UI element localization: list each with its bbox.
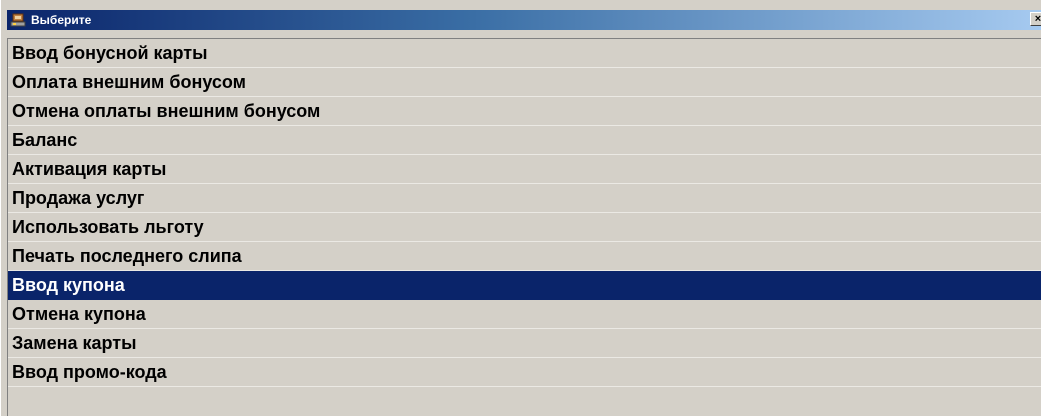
list-item-label: Отмена купона [12,304,146,324]
list-item-label: Замена карты [12,333,137,353]
close-button[interactable]: × [1030,12,1041,26]
list-item[interactable]: Активация карты [8,155,1041,184]
close-icon: × [1034,13,1041,25]
list-item-label: Отмена оплаты внешним бонусом [12,101,321,121]
list-item[interactable]: Использовать льготу [8,213,1041,242]
list-item-label: Баланс [12,130,78,150]
list-item[interactable]: Оплата внешним бонусом [8,68,1041,97]
app-icon [10,13,26,27]
title-bar[interactable]: Выберите × [7,10,1041,30]
list-item[interactable]: Ввод бонусной карты [8,39,1041,68]
list-item[interactable]: Отмена купона [8,300,1041,329]
selection-dialog: Выберите × Ввод бонусной карты Оплата вн… [0,0,1041,416]
list-item[interactable]: Отмена оплаты внешним бонусом [8,97,1041,126]
list-item[interactable]: Печать последнего слипа [8,242,1041,271]
list-item[interactable]: Замена карты [8,329,1041,358]
list-item-label: Оплата внешним бонусом [12,72,246,92]
list-item[interactable]: Баланс [8,126,1041,155]
options-list[interactable]: Ввод бонусной карты Оплата внешним бонус… [7,38,1041,416]
list-item-label: Ввод бонусной карты [12,43,208,63]
list-item-selected[interactable]: Ввод купона [8,271,1041,300]
window-title: Выберите [31,13,92,27]
list-item-label: Продажа услуг [12,188,145,208]
list-item-label: Печать последнего слипа [12,246,242,266]
list-item-label: Активация карты [12,159,167,179]
list-item[interactable]: Продажа услуг [8,184,1041,213]
list-item-label: Использовать льготу [12,217,204,237]
list-item-label: Ввод купона [12,275,125,295]
list-item-label: Ввод промо-кода [12,362,167,382]
list-item[interactable]: Ввод промо-кода [8,358,1041,387]
